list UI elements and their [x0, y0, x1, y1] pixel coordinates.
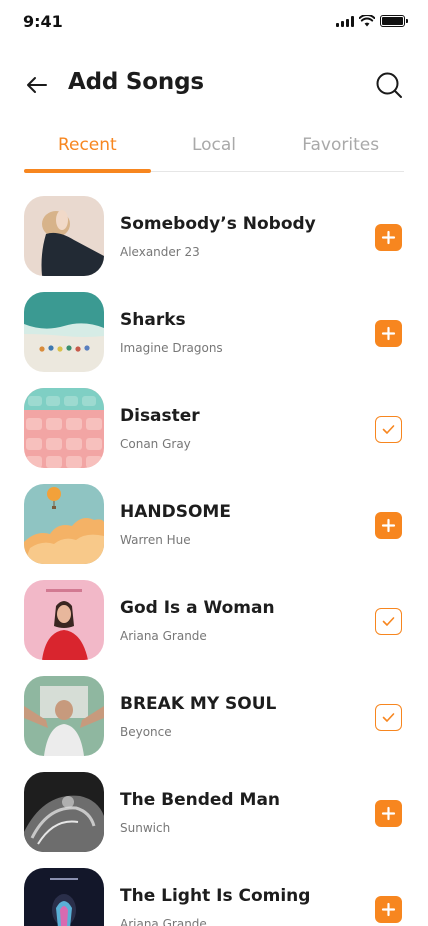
add-song-button[interactable] [375, 512, 402, 539]
added-song-button[interactable] [375, 704, 402, 731]
tab-bar: Recent Local Favorites [24, 126, 404, 173]
add-song-button[interactable] [375, 896, 402, 923]
album-cover [24, 196, 104, 276]
status-icons [336, 15, 408, 27]
song-title: Sharks [120, 310, 186, 330]
song-title: The Light Is Coming [120, 886, 311, 906]
song-title: God Is a Woman [120, 598, 275, 618]
song-artist: Conan Gray [120, 437, 191, 451]
status-bar: 9:41 [0, 0, 428, 44]
search-icon [376, 72, 402, 98]
song-row[interactable]: The Bended Man Sunwich [0, 772, 428, 868]
tab-favorites[interactable]: Favorites [277, 126, 404, 171]
song-artist: Ariana Grande [120, 917, 207, 926]
added-song-button[interactable] [375, 608, 402, 635]
song-artist: Sunwich [120, 821, 171, 835]
status-time: 9:41 [23, 12, 63, 31]
header: Add Songs [0, 62, 428, 106]
plus-icon [381, 806, 396, 821]
song-row[interactable]: BREAK MY SOUL Beyonce [0, 676, 428, 772]
song-title: The Bended Man [120, 790, 281, 810]
search-button[interactable] [374, 70, 404, 100]
add-songs-screen: 9:41 Add Songs Recent Local Favorites So… [0, 0, 428, 926]
song-row[interactable]: The Light Is Coming Ariana Grande [0, 868, 428, 926]
album-cover [24, 388, 104, 468]
checkmark-icon [382, 713, 395, 722]
plus-icon [381, 902, 396, 917]
album-cover [24, 580, 104, 660]
plus-icon [381, 326, 396, 341]
checkmark-icon [382, 617, 395, 626]
add-song-button[interactable] [375, 800, 402, 827]
song-artist: Beyonce [120, 725, 172, 739]
arrow-left-icon [27, 77, 47, 93]
song-row[interactable]: HANDSOME Warren Hue [0, 484, 428, 580]
tab-recent[interactable]: Recent [24, 126, 151, 173]
battery-icon [380, 15, 408, 27]
add-song-button[interactable] [375, 224, 402, 251]
song-title: Disaster [120, 406, 200, 426]
song-artist: Alexander 23 [120, 245, 200, 259]
add-song-button[interactable] [375, 320, 402, 347]
song-row[interactable]: Somebody’s Nobody Alexander 23 [0, 196, 428, 292]
song-artist: Imagine Dragons [120, 341, 223, 355]
album-cover [24, 292, 104, 372]
song-row[interactable]: Sharks Imagine Dragons [0, 292, 428, 388]
album-cover [24, 868, 104, 926]
song-artist: Ariana Grande [120, 629, 207, 643]
song-artist: Warren Hue [120, 533, 191, 547]
cellular-signal-icon [336, 15, 354, 27]
plus-icon [381, 230, 396, 245]
wifi-icon [359, 15, 375, 27]
checkmark-icon [382, 425, 395, 434]
plus-icon [381, 518, 396, 533]
page-title: Add Songs [68, 69, 204, 95]
tab-local[interactable]: Local [151, 126, 278, 171]
album-cover [24, 772, 104, 852]
song-row[interactable]: Disaster Conan Gray [0, 388, 428, 484]
back-button[interactable] [22, 70, 52, 100]
song-title: HANDSOME [120, 502, 231, 522]
song-title: BREAK MY SOUL [120, 694, 277, 714]
album-cover [24, 676, 104, 756]
added-song-button[interactable] [375, 416, 402, 443]
song-row[interactable]: God Is a Woman Ariana Grande [0, 580, 428, 676]
song-list: Somebody’s Nobody Alexander 23 Sharks Im… [0, 196, 428, 926]
album-cover [24, 484, 104, 564]
song-title: Somebody’s Nobody [120, 214, 316, 234]
